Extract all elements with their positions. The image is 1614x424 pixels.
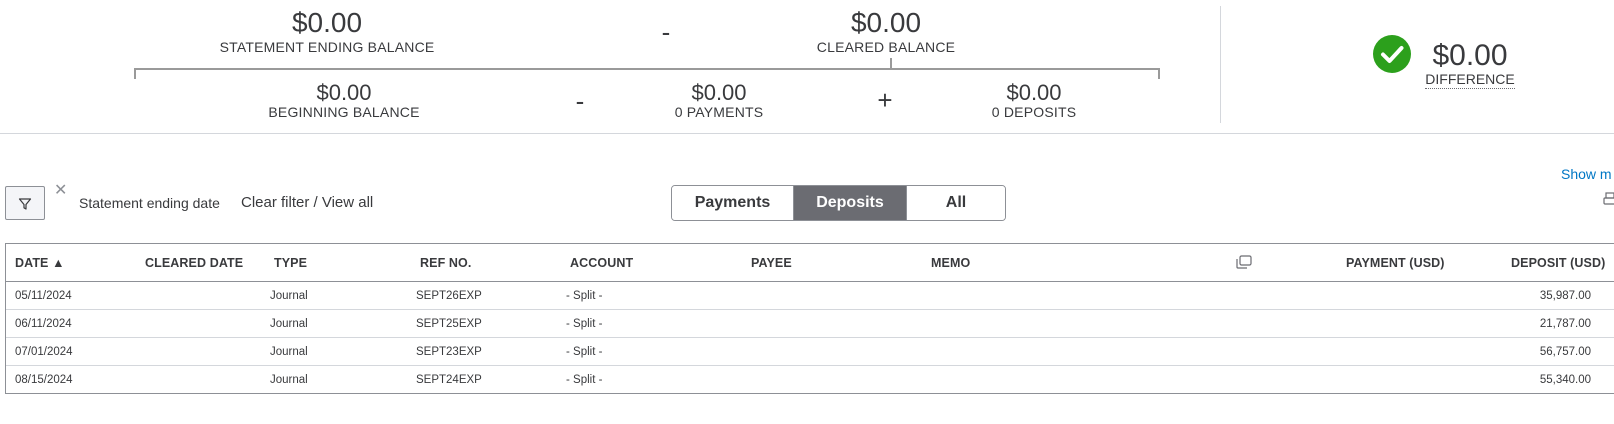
tab-payments[interactable]: Payments [672,186,793,220]
table-header: DATE ▲ CLEARED DATE TYPE REF NO. ACCOUNT… [6,244,1614,282]
cell-account: - Split - [566,346,603,358]
cell-date: 08/15/2024 [15,374,73,386]
bracket-center-tick [890,58,892,69]
cell-type: Journal [270,318,308,330]
cell-date: 06/11/2024 [15,318,72,330]
header-type[interactable]: TYPE [274,256,307,270]
tab-deposits[interactable]: Deposits [793,186,906,220]
cell-account: - Split - [566,374,603,386]
tab-all[interactable]: All [906,186,1005,220]
header-memo[interactable]: MEMO [931,256,970,270]
section-divider [0,133,1614,134]
header-ref-no[interactable]: REF NO. [420,256,471,270]
cell-ref-no: SEPT26EXP [416,290,482,302]
payments-amount: $0.00 [691,80,747,105]
check-circle-icon [1373,35,1411,73]
minus-operator: - [661,17,671,47]
columns-settings-icon[interactable] [1236,255,1252,269]
difference-label[interactable]: DIFFERENCE [1425,71,1515,89]
difference-amount: $0.00 [1432,39,1508,72]
header-payment[interactable]: PAYMENT (USD) [1346,256,1445,270]
cell-ref-no: SEPT24EXP [416,374,482,386]
show-more-link[interactable]: Show m [1561,166,1612,182]
statement-ending-balance-amount: $0.00 [291,7,363,38]
summary-divider [1220,6,1221,123]
cell-type: Journal [270,374,308,386]
funnel-icon [18,198,32,210]
cell-deposit: 35,987.00 [1539,290,1591,302]
table-row[interactable]: 07/01/2024 Journal SEPT23EXP - Split - 5… [6,338,1614,366]
cell-account: - Split - [566,290,603,302]
cleared-balance-amount: $0.00 [850,7,922,38]
cell-type: Journal [270,290,308,302]
transactions-table: DATE ▲ CLEARED DATE TYPE REF NO. ACCOUNT… [5,243,1614,394]
minus-operator: - [575,86,585,116]
bracket-left-tick [134,68,136,79]
close-icon[interactable]: ✕ [54,180,67,200]
plus-operator: + [877,85,893,115]
header-date[interactable]: DATE ▲ [15,256,65,270]
deposits-amount: $0.00 [1006,80,1062,105]
statement-ending-balance-label: STATEMENT ENDING BALANCE [219,39,435,55]
deposits-count-label: 0 DEPOSITS [991,104,1077,120]
beginning-balance-label: BEGINNING BALANCE [268,104,420,120]
table-row[interactable]: 08/15/2024 Journal SEPT24EXP - Split - 5… [6,366,1614,394]
payments-count-label: 0 PAYMENTS [674,104,764,120]
filter-button[interactable] [5,186,45,220]
header-account[interactable]: ACCOUNT [570,256,633,270]
cell-deposit: 21,787.00 [1539,318,1591,330]
cell-account: - Split - [566,318,603,330]
header-cleared-date[interactable]: CLEARED DATE [145,256,243,270]
cell-date: 07/01/2024 [15,346,73,358]
transaction-type-toggle: Payments Deposits All [671,185,1006,221]
cell-type: Journal [270,346,308,358]
beginning-balance-amount: $0.00 [316,80,372,105]
cell-ref-no: SEPT25EXP [416,318,482,330]
filter-label: Statement ending date [79,195,220,211]
bracket-right-tick [1158,68,1160,79]
clear-filter-link[interactable]: Clear filter / View all [241,194,373,211]
cleared-balance-label: CLEARED BALANCE [816,39,956,55]
bracket-line [134,68,1160,70]
table-row[interactable]: 05/11/2024 Journal SEPT26EXP - Split - 3… [6,282,1614,310]
header-deposit[interactable]: DEPOSIT (USD) [1511,256,1605,270]
cell-ref-no: SEPT23EXP [416,346,482,358]
table-row[interactable]: 06/11/2024 Journal SEPT25EXP - Split - 2… [6,310,1614,338]
cell-deposit: 56,757.00 [1539,346,1591,358]
header-payee[interactable]: PAYEE [751,256,792,270]
cell-date: 05/11/2024 [15,290,72,302]
cell-deposit: 55,340.00 [1539,374,1591,386]
print-icon[interactable] [1603,192,1614,208]
